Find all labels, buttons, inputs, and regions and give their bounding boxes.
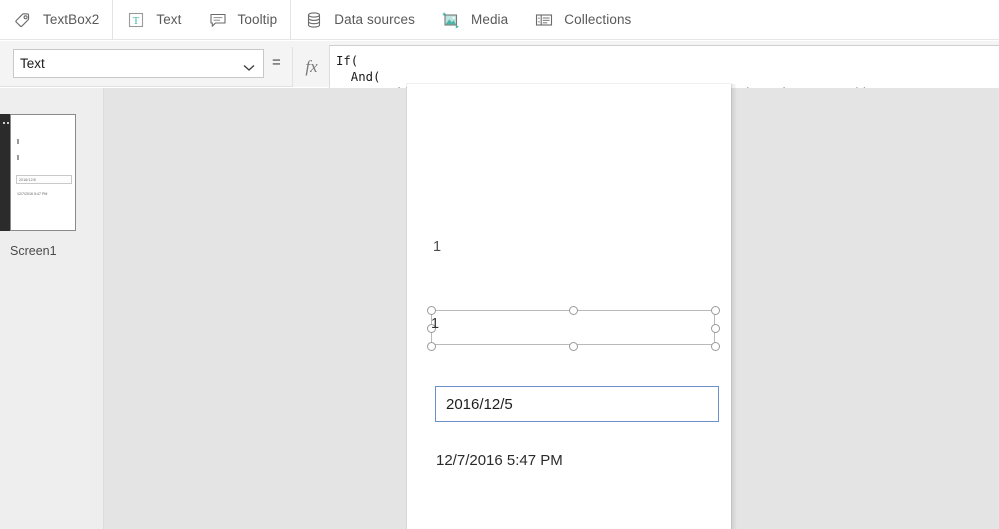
selection-box-textbox2[interactable] — [427, 306, 720, 351]
canvas-edge-shadow — [731, 84, 737, 529]
thumbnail-text-input: 2016/12/5 — [16, 175, 72, 184]
database-icon — [303, 9, 325, 31]
ribbon-item-label: Data sources — [334, 12, 415, 27]
ribbon-item-collections[interactable]: Collections — [521, 0, 644, 40]
thumbnail-label-line-2 — [17, 155, 19, 160]
tooltip-bubble-icon — [207, 9, 229, 31]
app-canvas[interactable]: 1 1 12/7/2016 5:47 PM — [407, 84, 731, 529]
label-result-top[interactable]: 1 — [433, 239, 441, 255]
ribbon-item-text[interactable]: T Text — [113, 0, 194, 40]
text-input-date[interactable] — [435, 386, 719, 422]
thumbnail-label-line-1 — [17, 139, 19, 144]
canvas-area: 1 1 12/7/2016 5:47 PM — [104, 84, 999, 529]
ribbon-item-label: Text — [156, 12, 182, 27]
resize-handle-top-left[interactable] — [427, 306, 436, 315]
ribbon-item-label: Collections — [564, 12, 632, 27]
powerapps-studio-window: TextBox2 T Text Tooltip Data sources Med… — [0, 0, 999, 529]
text-box-t-icon: T — [125, 9, 147, 31]
svg-text:T: T — [133, 15, 140, 27]
ribbon-item-tooltip[interactable]: Tooltip — [195, 0, 291, 40]
ribbon-item-label: Tooltip — [237, 12, 278, 27]
ribbon-item-media[interactable]: Media — [428, 0, 521, 40]
thumbnail-date-label: 12/7/2016 5:47 PM — [17, 192, 48, 196]
label-textbox2-value[interactable]: 1 — [431, 316, 439, 332]
ribbon-item-control-name[interactable]: TextBox2 — [0, 0, 112, 40]
workspace: 2016/12/5 12/7/2016 5:47 PM Screen1 1 1 … — [0, 84, 999, 529]
resize-handle-bottom-right[interactable] — [711, 342, 720, 351]
resize-handle-middle-right[interactable] — [711, 324, 720, 333]
property-ribbon: TextBox2 T Text Tooltip Data sources Med… — [0, 0, 999, 40]
screen-thumbnail-screen1[interactable]: 2016/12/5 12/7/2016 5:47 PM — [10, 114, 76, 231]
insert-function-button[interactable]: fx — [292, 47, 330, 87]
tag-icon — [12, 9, 34, 31]
screens-panel: 2016/12/5 12/7/2016 5:47 PM Screen1 — [0, 88, 104, 529]
equals-sign: = — [272, 54, 281, 71]
resize-handle-bottom-left[interactable] — [427, 342, 436, 351]
property-dropdown[interactable]: Text — [13, 49, 264, 78]
ribbon-item-data-sources[interactable]: Data sources — [291, 0, 428, 40]
label-current-datetime[interactable]: 12/7/2016 5:47 PM — [436, 452, 563, 469]
ribbon-item-label: TextBox2 — [43, 12, 100, 27]
collections-list-icon — [533, 9, 555, 31]
resize-handle-top-center[interactable] — [569, 306, 578, 315]
resize-handle-bottom-center[interactable] — [569, 342, 578, 351]
media-image-icon — [440, 9, 462, 31]
thumbnail-input-value: 2016/12/5 — [19, 178, 36, 182]
ribbon-item-label: Media — [471, 12, 509, 27]
resize-handle-top-right[interactable] — [711, 306, 720, 315]
screen-thumbnail-label: Screen1 — [10, 244, 57, 258]
